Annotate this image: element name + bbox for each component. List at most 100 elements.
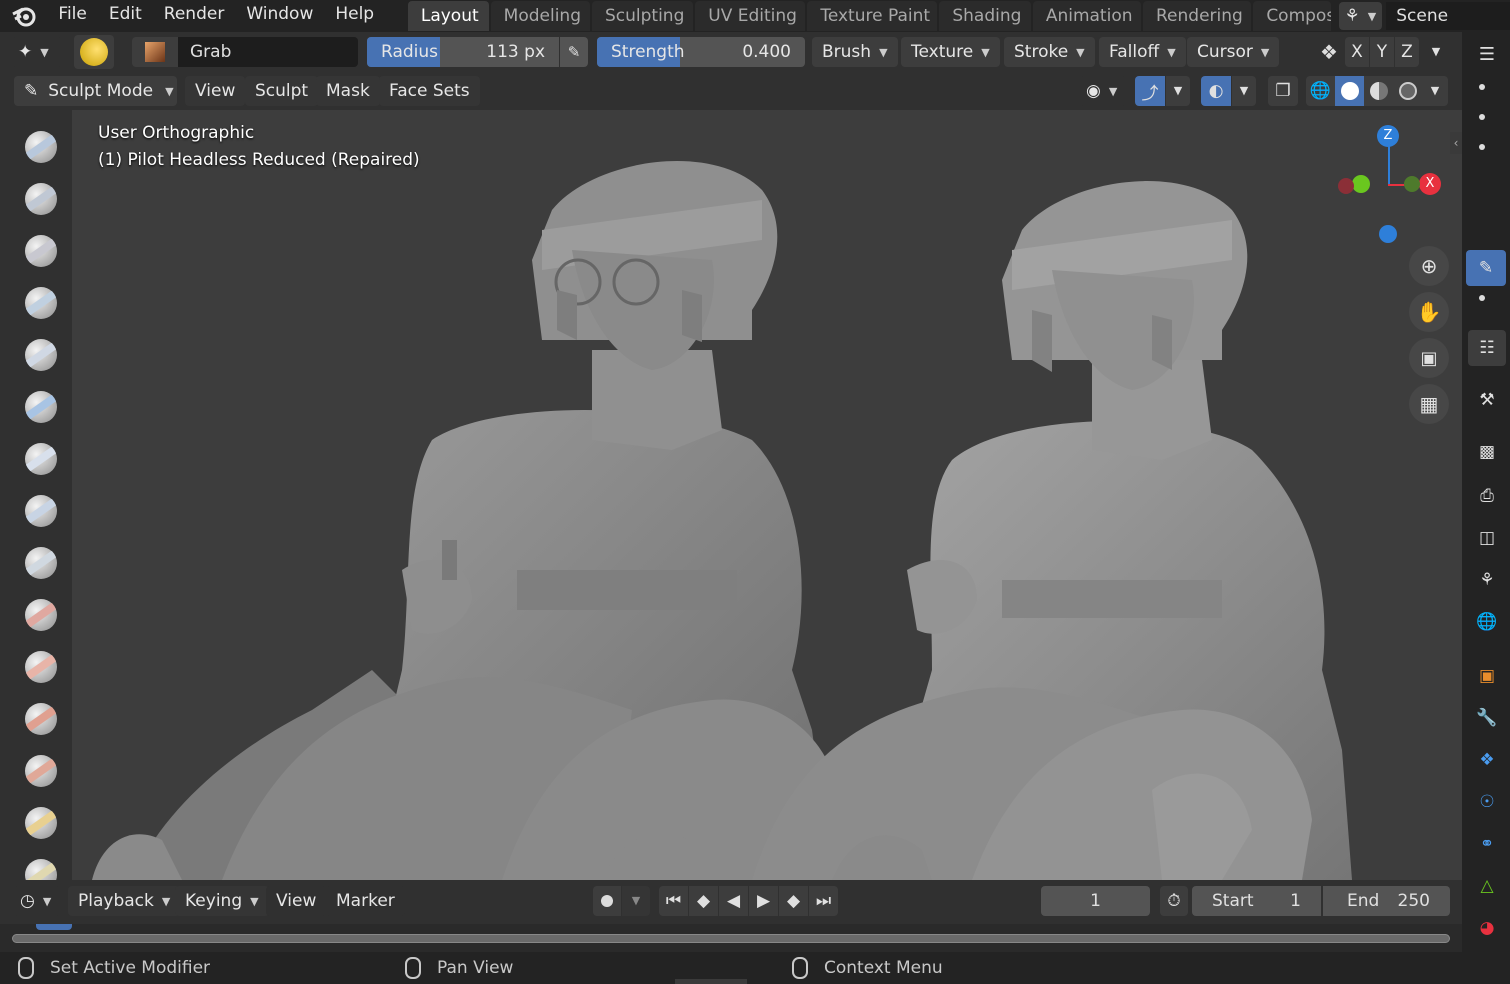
mode-selector-dropdown[interactable]: ✎ Sculpt Mode ▼ <box>14 76 177 106</box>
physics-tab[interactable]: ☉ <box>1468 784 1506 820</box>
tab-compositing[interactable]: Compos <box>1253 1 1331 31</box>
gizmo-toggle-button[interactable]: ⤴ <box>1135 76 1165 106</box>
neg-y-axis-handle[interactable] <box>1404 176 1420 192</box>
3d-viewport[interactable]: User Orthographic (1) Pilot Headless Red… <box>72 110 1462 880</box>
output-tab[interactable]: ⎙ <box>1468 478 1506 514</box>
timeline-view-menu[interactable]: View <box>266 886 327 916</box>
symmetry-z-toggle[interactable]: Z <box>1395 37 1419 67</box>
fill-brush-tool[interactable] <box>14 642 68 692</box>
tab-uv-editing[interactable]: UV Editing <box>695 1 806 31</box>
crease-brush-tool[interactable] <box>14 486 68 536</box>
tab-shading[interactable]: Shading <box>939 1 1031 31</box>
tab-rendering[interactable]: Rendering <box>1143 1 1252 31</box>
tab-layout[interactable]: Layout <box>407 1 489 31</box>
tool-properties-tab[interactable]: ✎ <box>1466 250 1506 286</box>
preview-range-button[interactable]: ⏱ <box>1160 886 1188 916</box>
particles-tab[interactable]: ❖ <box>1468 742 1506 778</box>
playback-menu[interactable]: Playback ▼ <box>68 886 181 916</box>
brush-name-field[interactable]: Grab <box>178 37 358 67</box>
view-layer-tab[interactable]: ◫ <box>1468 520 1506 556</box>
draw-sharp-brush-tool[interactable] <box>14 174 68 224</box>
pan-view-button[interactable]: ✋ <box>1409 292 1449 332</box>
symmetry-y-toggle[interactable]: Y <box>1370 37 1394 67</box>
tab-modeling[interactable]: Modeling <box>490 1 590 31</box>
menu-mask[interactable]: Mask <box>316 76 380 106</box>
current-frame-field[interactable]: 1 <box>1041 886 1150 916</box>
texture-dropdown[interactable]: Texture ▼ <box>901 37 1000 67</box>
end-frame-field[interactable]: End 250 <box>1323 886 1450 916</box>
visibility-dropdown[interactable]: ◉ ▼ <box>1080 76 1126 106</box>
zoom-view-button[interactable]: ⊕ <box>1409 246 1449 286</box>
shading-wireframe-button[interactable]: 🌐 <box>1306 76 1335 106</box>
editor-type-dropdown[interactable]: ◷ ▼ <box>14 886 60 916</box>
navigation-gizmo[interactable]: Z X <box>1328 122 1441 243</box>
tool-tab[interactable]: ⚒ <box>1468 382 1506 418</box>
scene-name-field[interactable]: Scene <box>1386 2 1510 30</box>
record-button[interactable] <box>593 886 621 916</box>
menu-file[interactable]: File <box>47 0 97 32</box>
blender-logo-icon[interactable] <box>0 0 47 32</box>
cursor-dropdown[interactable]: Cursor ▼ <box>1187 37 1280 67</box>
falloff-dropdown[interactable]: Falloff ▼ <box>1099 37 1186 67</box>
symmetry-options-button[interactable]: ▼ <box>1424 40 1448 64</box>
y-axis-handle[interactable] <box>1352 175 1370 193</box>
timeline-scrollbar[interactable] <box>12 934 1450 943</box>
z-axis-handle[interactable]: Z <box>1377 125 1399 147</box>
menu-render[interactable]: Render <box>153 0 236 32</box>
overlays-toggle-button[interactable]: ◐ <box>1201 76 1231 106</box>
menu-help[interactable]: Help <box>324 0 385 32</box>
playhead-marker[interactable] <box>36 924 72 930</box>
brush-preview-icon[interactable] <box>74 35 114 69</box>
play-reverse-button[interactable]: ◀ <box>719 886 748 916</box>
strength-slider[interactable]: Strength 0.400 <box>597 37 805 67</box>
shading-rendered-button[interactable] <box>1393 76 1422 106</box>
symmetry-x-toggle[interactable]: X <box>1345 37 1369 67</box>
tool-selector-button[interactable]: ✦ ▼ <box>12 37 62 67</box>
stroke-dropdown[interactable]: Stroke ▼ <box>1004 37 1095 67</box>
brush-dropdown[interactable]: Brush ▼ <box>812 37 898 67</box>
x-axis-handle[interactable]: X <box>1419 173 1441 195</box>
material-tab[interactable]: ◕ <box>1468 910 1506 946</box>
sidebar-toggle-chevron-icon[interactable]: ‹ <box>1450 132 1462 154</box>
neg-z-axis-handle[interactable] <box>1379 225 1397 243</box>
tab-animation[interactable]: Animation <box>1032 1 1141 31</box>
camera-view-button[interactable]: ▣ <box>1409 338 1449 378</box>
brush-texture-swatch[interactable] <box>132 37 178 67</box>
jump-start-button[interactable]: ⏮ <box>659 886 688 916</box>
clay-brush-tool[interactable] <box>14 226 68 276</box>
render-tab[interactable]: ▩ <box>1468 434 1506 470</box>
outliner-icon[interactable]: ☰ <box>1468 36 1506 72</box>
scene-tab[interactable]: ⚘ <box>1468 562 1506 598</box>
clay-strips-brush-tool[interactable] <box>14 278 68 328</box>
record-options-button[interactable]: ▼ <box>622 886 650 916</box>
scene-selector-button[interactable]: ⚘ ▼ <box>1338 2 1383 30</box>
xray-toggle-button[interactable]: ❐ <box>1268 76 1298 106</box>
pinch-brush-tool[interactable] <box>14 798 68 848</box>
scrape-brush-tool[interactable] <box>14 694 68 744</box>
constraints-tab[interactable]: ⚭ <box>1468 826 1506 862</box>
pen-pressure-radius-button[interactable]: ✎ <box>560 37 588 67</box>
shading-material-button[interactable] <box>1364 76 1393 106</box>
marker-menu[interactable]: Marker <box>326 886 405 916</box>
start-frame-field[interactable]: Start 1 <box>1192 886 1321 916</box>
neg-x-axis-handle[interactable] <box>1338 178 1354 194</box>
modifier-tab[interactable]: 🔧 <box>1468 700 1506 736</box>
menu-face-sets[interactable]: Face Sets <box>379 76 480 106</box>
blob-brush-tool[interactable] <box>14 434 68 484</box>
menu-sculpt[interactable]: Sculpt <box>245 76 319 106</box>
toggle-ortho-button[interactable]: ▦ <box>1409 384 1449 424</box>
menu-window[interactable]: Window <box>235 0 324 32</box>
radius-slider[interactable]: Radius 113 px <box>367 37 559 67</box>
layer-brush-tool[interactable] <box>14 330 68 380</box>
object-tab[interactable]: ▣ <box>1468 658 1506 694</box>
tab-texture-paint[interactable]: Texture Paint <box>807 1 938 31</box>
keying-menu[interactable]: Keying ▼ <box>175 886 269 916</box>
data-tab[interactable]: △ <box>1468 868 1506 904</box>
flatten-brush-tool[interactable] <box>14 590 68 640</box>
inflate-brush-tool[interactable] <box>14 382 68 432</box>
tab-sculpting[interactable]: Sculpting <box>591 1 694 31</box>
world-tab[interactable]: 🌐 <box>1468 604 1506 640</box>
jump-end-button[interactable]: ⏭ <box>809 886 838 916</box>
grab-brush-tool[interactable] <box>14 850 68 880</box>
prev-keyframe-button[interactable]: ◆ <box>689 886 718 916</box>
